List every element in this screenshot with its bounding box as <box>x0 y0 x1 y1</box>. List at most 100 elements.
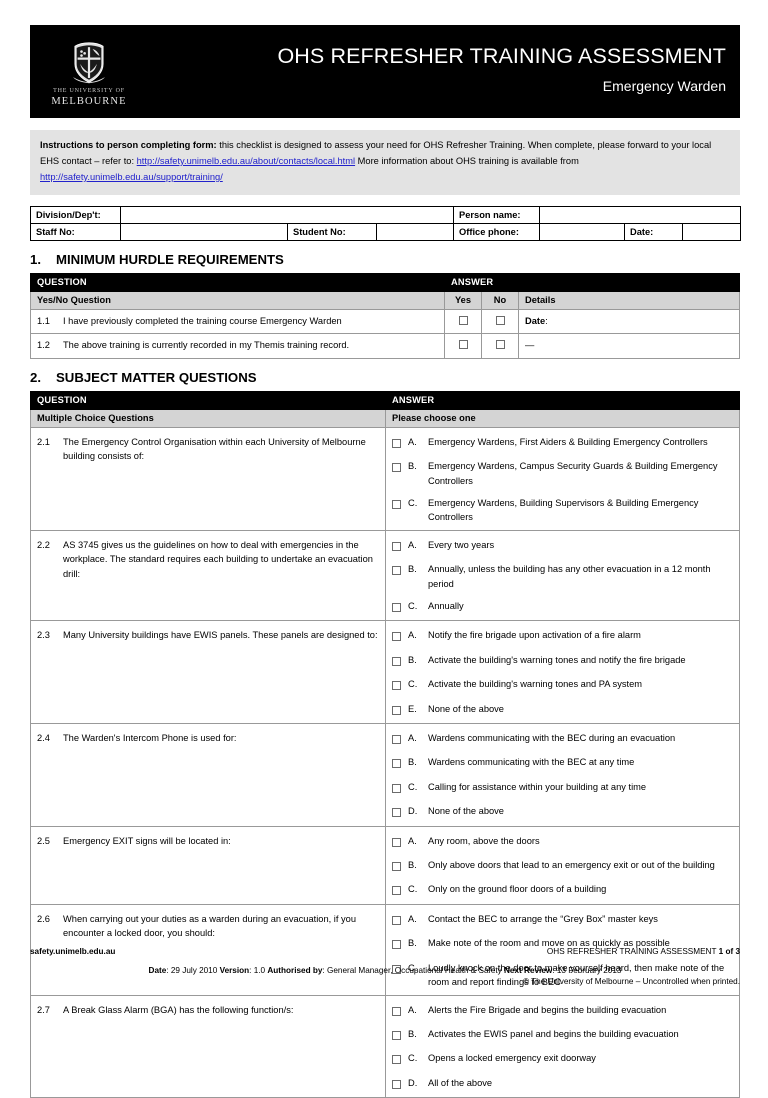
local-contacts-link[interactable]: http://safety.unimelb.edu.au/about/conta… <box>137 156 355 166</box>
answer-option[interactable]: A. Any room, above the doors <box>392 834 733 850</box>
table-header-row: QUESTION ANSWER <box>30 390 740 410</box>
checkbox-icon[interactable] <box>392 499 401 509</box>
checkbox-no-1-1[interactable] <box>481 308 519 335</box>
checkbox-2.4-C[interactable] <box>392 780 408 796</box>
answer-option[interactable]: A. Contact the BEC to arrange the “Grey B… <box>392 912 733 928</box>
checkbox-icon[interactable] <box>495 315 505 325</box>
checkbox-icon[interactable] <box>392 735 401 745</box>
answer-option[interactable]: C. Emergency Wardens, Building Supervisor… <box>392 496 733 525</box>
checkbox-2.5-C[interactable] <box>392 882 408 898</box>
checkbox-icon[interactable] <box>392 1055 401 1065</box>
answer-option[interactable]: A. Wardens communicating with the BEC dur… <box>392 731 733 747</box>
input-student-no[interactable] <box>375 222 455 241</box>
checkbox-2.3-C[interactable] <box>392 677 408 693</box>
checkbox-icon[interactable] <box>392 886 401 896</box>
checkbox-icon[interactable] <box>392 463 401 473</box>
checkbox-icon[interactable] <box>392 915 401 925</box>
checkbox-2.7-A[interactable] <box>392 1003 408 1019</box>
details-cell-1-1[interactable]: Date: <box>518 308 740 335</box>
table-row: Staff No: Student No: Office phone: Date… <box>30 222 742 241</box>
checkbox-icon[interactable] <box>392 603 401 613</box>
checkbox-icon[interactable] <box>392 705 401 715</box>
checkbox-icon[interactable] <box>495 340 505 350</box>
checkbox-icon[interactable] <box>392 566 401 576</box>
input-office-phone[interactable] <box>539 222 626 241</box>
checkbox-icon[interactable] <box>392 862 401 872</box>
checkbox-2.4-D[interactable] <box>392 804 408 820</box>
checkbox-2.1-C[interactable] <box>392 496 408 512</box>
input-person-name[interactable] <box>539 205 742 224</box>
checkbox-icon[interactable] <box>392 541 401 551</box>
question-number: 2.4 <box>37 733 50 744</box>
checkbox-2.1-B[interactable] <box>392 459 408 475</box>
checkbox-icon[interactable] <box>392 1030 401 1040</box>
s1-sub-no: No <box>481 290 519 310</box>
checkbox-2.2-C[interactable] <box>392 599 408 615</box>
checkbox-icon[interactable] <box>392 438 401 448</box>
answer-option[interactable]: C. Opens a locked emergency exit doorway <box>392 1051 733 1067</box>
footer-website[interactable]: safety.unimelb.edu.au <box>30 947 115 956</box>
checkbox-2.4-A[interactable] <box>392 731 408 747</box>
checkbox-no-1-2[interactable] <box>481 333 519 359</box>
checkbox-2.2-A[interactable] <box>392 538 408 554</box>
footer-next-review-value: : 13 February 2013 <box>552 965 622 975</box>
answer-option[interactable]: A. Emergency Wardens, First Aiders & Buil… <box>392 435 733 451</box>
checkbox-yes-1-2[interactable] <box>444 333 482 359</box>
answer-option[interactable]: B. Activates the EWIS panel and begins th… <box>392 1027 733 1043</box>
answer-option[interactable]: A. Alerts the Fire Brigade and begins the… <box>392 1003 733 1019</box>
option-letter: A. <box>408 539 417 550</box>
answer-option[interactable]: B. Only above doors that lead to an emerg… <box>392 858 733 874</box>
checkbox-icon[interactable] <box>392 1079 401 1089</box>
checkbox-2.4-B[interactable] <box>392 755 408 771</box>
question-cell: 2.2 AS 3745 gives us the guidelines on ho… <box>30 529 386 622</box>
checkbox-2.7-B[interactable] <box>392 1027 408 1043</box>
answer-option[interactable]: D. All of the above <box>392 1076 733 1092</box>
answer-option[interactable]: C. Activate the building's warning tones … <box>392 677 733 693</box>
checkbox-2.7-C[interactable] <box>392 1051 408 1067</box>
answer-option[interactable]: E. None of the above <box>392 702 733 718</box>
checkbox-yes-1-1[interactable] <box>444 308 482 335</box>
option-letter: B. <box>408 1028 417 1039</box>
training-support-link[interactable]: http://safety.unimelb.edu.au/support/tra… <box>40 172 223 182</box>
answer-option[interactable]: C. Annually <box>392 599 733 615</box>
question-text: I have previously completed the training… <box>63 315 342 326</box>
input-division-dept[interactable] <box>119 205 455 224</box>
checkbox-2.1-A[interactable] <box>392 435 408 451</box>
input-staff-no[interactable] <box>120 222 288 241</box>
question-cell: 2.7 A Break Glass Alarm (BGA) has the fol… <box>30 994 386 1098</box>
details-cell-1-2[interactable]: — <box>518 333 740 359</box>
checkbox-2.3-A[interactable] <box>392 628 408 644</box>
checkbox-icon[interactable] <box>392 759 401 769</box>
checkbox-icon[interactable] <box>392 808 401 818</box>
answer-option[interactable]: B. Emergency Wardens, Campus Security Gua… <box>392 459 733 488</box>
option-letter: E. <box>408 703 417 714</box>
checkbox-icon[interactable] <box>392 837 401 847</box>
checkbox-2.6-A[interactable] <box>392 912 408 928</box>
checkbox-2.5-B[interactable] <box>392 858 408 874</box>
checkbox-2.7-D[interactable] <box>392 1076 408 1092</box>
checkbox-2.5-A[interactable] <box>392 834 408 850</box>
answer-option[interactable]: C. Calling for assistance within your bui… <box>392 780 733 796</box>
checkbox-icon[interactable] <box>458 315 468 325</box>
checkbox-icon[interactable] <box>392 783 401 793</box>
university-crest-icon <box>73 41 105 83</box>
checkbox-2.3-B[interactable] <box>392 653 408 669</box>
checkbox-2.3-E[interactable] <box>392 702 408 718</box>
checkbox-icon[interactable] <box>392 1006 401 1016</box>
checkbox-icon[interactable] <box>392 632 401 642</box>
checkbox-2.2-B[interactable] <box>392 562 408 578</box>
answer-option[interactable]: A. Every two years <box>392 538 733 554</box>
checkbox-icon[interactable] <box>458 340 468 350</box>
checkbox-icon[interactable] <box>392 681 401 691</box>
answer-option[interactable]: D. None of the above <box>392 804 733 820</box>
answer-option[interactable]: B. Wardens communicating with the BEC at … <box>392 755 733 771</box>
answer-option[interactable]: B. Activate the building's warning tones … <box>392 653 733 669</box>
option-text: Annually, unless the building has any ot… <box>428 564 711 589</box>
answer-option[interactable]: A. Notify the fire brigade upon activatio… <box>392 628 733 644</box>
answer-option[interactable]: C. Only on the ground floor doors of a bu… <box>392 882 733 898</box>
checkbox-icon[interactable] <box>392 656 401 666</box>
input-date[interactable] <box>682 222 742 241</box>
answer-option[interactable]: B. Annually, unless the building has any … <box>392 562 733 591</box>
personal-details-table: Division/Dep't: Person name: Staff No: S… <box>30 205 742 241</box>
s1-sub-yes: Yes <box>444 290 482 310</box>
